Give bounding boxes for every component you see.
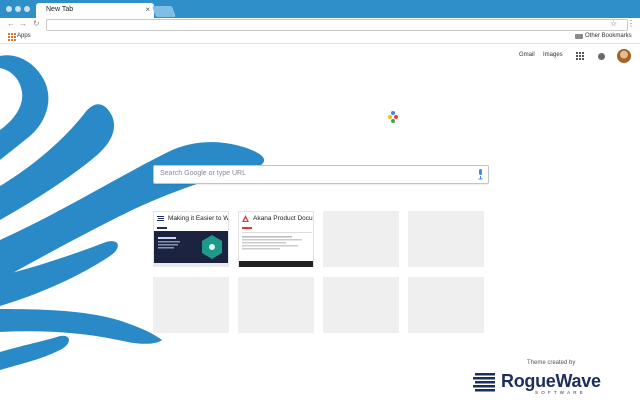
close-window-icon[interactable] xyxy=(6,6,12,12)
search-input[interactable]: Search Google or type URL xyxy=(153,165,489,184)
back-arrow-icon[interactable]: ← xyxy=(7,19,15,29)
bookmarks-bar: Apps Other Bookmarks xyxy=(0,31,640,44)
most-visited-tile-empty xyxy=(153,277,229,333)
tile-title: Akana Product Docu xyxy=(253,215,313,222)
tab-new-tab[interactable]: New Tab × xyxy=(36,3,154,18)
theme-background-stripes xyxy=(0,55,265,370)
most-visited-tile-empty xyxy=(408,277,484,333)
theme-credit-label: Theme created by xyxy=(527,360,576,366)
images-link[interactable]: Images xyxy=(543,52,563,58)
tile-preview-image xyxy=(239,225,313,267)
most-visited-tile-empty xyxy=(408,211,484,267)
maximize-window-icon[interactable] xyxy=(24,6,30,12)
most-visited-tile-empty xyxy=(238,277,314,333)
reload-icon[interactable]: ↻ xyxy=(33,19,40,29)
address-bar[interactable] xyxy=(46,19,628,31)
roguewave-favicon-icon xyxy=(157,216,164,221)
tile-title: Making it Easier to W xyxy=(168,215,228,222)
google-dots-logo xyxy=(388,111,400,123)
browser-toolbar: ← → ↻ ☆ ⋮ xyxy=(0,18,640,31)
forward-arrow-icon[interactable]: → xyxy=(19,19,27,29)
tile-preview-image xyxy=(154,225,228,267)
tile-header: Making it Easier to W xyxy=(154,212,228,225)
folder-icon xyxy=(575,34,583,39)
search-placeholder: Search Google or type URL xyxy=(160,170,246,177)
apps-grid-icon[interactable] xyxy=(8,33,16,41)
microphone-icon[interactable] xyxy=(478,169,483,180)
other-bookmarks-button[interactable]: Other Bookmarks xyxy=(585,33,632,39)
roguewave-logo: RogueWave SOFTWARE xyxy=(473,371,633,395)
tab-close-icon[interactable]: × xyxy=(145,5,150,15)
apps-bookmark-label[interactable]: Apps xyxy=(17,33,31,39)
notifications-icon[interactable] xyxy=(598,53,605,60)
avatar[interactable] xyxy=(617,49,631,63)
most-visited-tile-empty xyxy=(323,211,399,267)
tile-header: Akana Product Docu xyxy=(239,212,313,225)
window-titlebar: New Tab × xyxy=(0,0,640,18)
google-apps-icon[interactable] xyxy=(576,52,584,60)
new-tab-button[interactable] xyxy=(151,6,177,17)
akana-favicon-icon xyxy=(242,215,249,222)
brand-subtitle: SOFTWARE xyxy=(535,390,586,395)
bookmark-star-icon[interactable]: ☆ xyxy=(610,19,617,29)
brand-name: RogueWave xyxy=(501,371,601,391)
roguewave-stripes-icon xyxy=(473,373,495,392)
most-visited-tile[interactable]: Akana Product Docu xyxy=(238,211,314,267)
new-tab-page: Gmail Images Search Google or type URL M… xyxy=(0,44,640,400)
most-visited-tile-empty xyxy=(323,277,399,333)
browser-menu-icon[interactable]: ⋮ xyxy=(627,19,635,29)
gmail-link[interactable]: Gmail xyxy=(519,52,535,58)
minimize-window-icon[interactable] xyxy=(15,6,21,12)
most-visited-tile[interactable]: Making it Easier to W xyxy=(153,211,229,267)
tab-title: New Tab xyxy=(46,6,74,13)
